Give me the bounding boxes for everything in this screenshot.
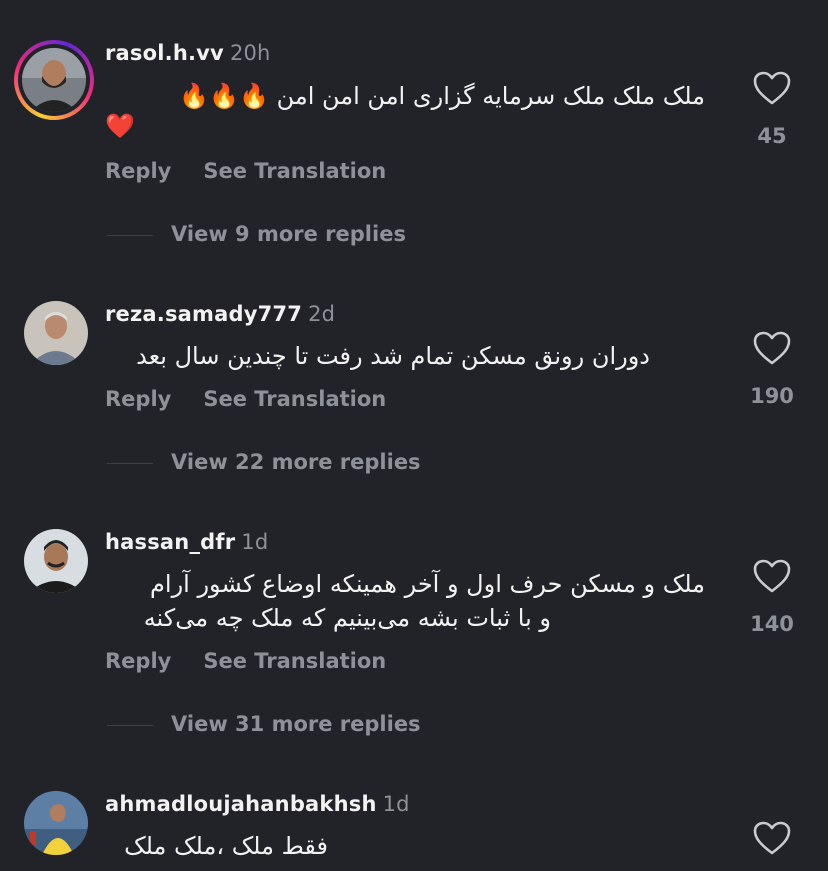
comment-time: 1d: [382, 792, 410, 816]
like-count: 140: [750, 612, 794, 636]
heart-icon[interactable]: [752, 820, 792, 856]
view-replies-button[interactable]: View 31 more replies: [107, 712, 421, 736]
see-translation-button[interactable]: See Translation: [203, 649, 386, 673]
divider-line: [107, 724, 153, 726]
comment-username[interactable]: ahmadloujahanbakhsh 1d: [105, 792, 410, 816]
comment-text: دوران رونق مسکن تمام شد رفت تا چندین سال…: [136, 342, 650, 370]
heart-icon[interactable]: [752, 558, 792, 594]
comment-actions: Reply See Translation: [105, 649, 418, 673]
comment-text: و با ثبات بشه می‌بینیم که ملک چه می‌کنه: [143, 604, 551, 632]
divider-line: [107, 462, 153, 464]
comment-username[interactable]: reza.samady777 2d: [105, 302, 335, 326]
comment-username[interactable]: hassan_dfr 1d: [105, 530, 268, 554]
view-replies-button[interactable]: View 9 more replies: [107, 222, 406, 246]
comment-text: ملک ملک ملک سرمایه گزاری امن امن امن 🔥🔥🔥: [179, 82, 705, 110]
comment-time: 20h: [229, 41, 271, 65]
avatar-story-ring[interactable]: [14, 40, 94, 120]
like-count: 45: [757, 124, 787, 148]
see-translation-button[interactable]: See Translation: [203, 387, 386, 411]
heart-icon[interactable]: [752, 70, 792, 106]
comment-username[interactable]: rasol.h.vv 20h: [105, 41, 271, 65]
like-count: 190: [750, 384, 794, 408]
comment-actions: Reply See Translation: [105, 159, 418, 183]
comment-text: ملک و مسکن حرف اول و آخر همینکه اوضاع کش…: [150, 570, 705, 598]
comment-time: 1d: [241, 530, 269, 554]
heart-icon[interactable]: [752, 330, 792, 366]
view-replies-button[interactable]: View 22 more replies: [107, 450, 421, 474]
reply-button[interactable]: Reply: [105, 387, 171, 411]
avatar[interactable]: [24, 529, 88, 593]
see-translation-button[interactable]: See Translation: [203, 159, 386, 183]
divider-line: [107, 234, 153, 236]
reply-button[interactable]: Reply: [105, 159, 171, 183]
red-heart-emoji: ❤️: [105, 112, 135, 140]
comment-time: 2d: [308, 302, 336, 326]
comment-actions: Reply See Translation: [105, 387, 418, 411]
avatar[interactable]: [24, 301, 88, 365]
avatar[interactable]: [24, 791, 88, 855]
avatar: [22, 48, 86, 112]
comment-text: فقط ملک ،ملک ملک: [124, 832, 328, 860]
reply-button[interactable]: Reply: [105, 649, 171, 673]
